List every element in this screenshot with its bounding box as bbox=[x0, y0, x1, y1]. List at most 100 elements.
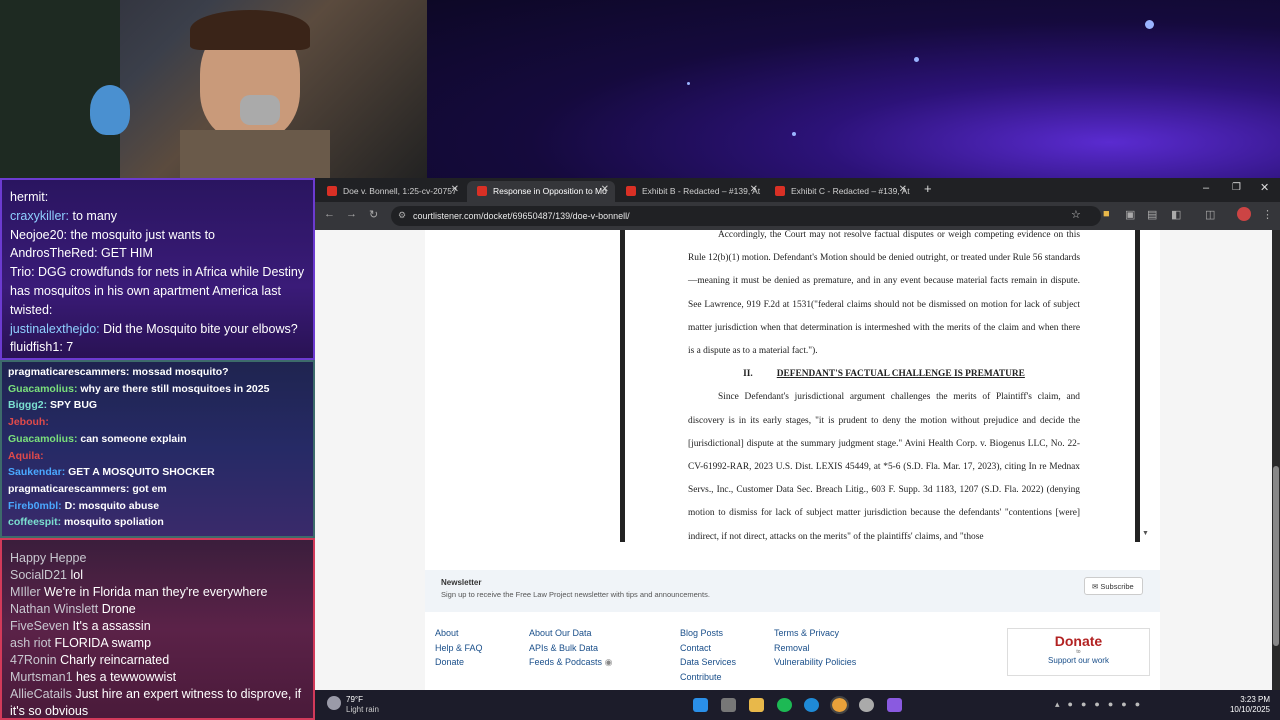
donate-subtitle: Support our work bbox=[1048, 656, 1109, 665]
donate-title: Donate bbox=[1054, 633, 1103, 649]
pdf-viewer[interactable]: Accordingly, the Court may not resolve f… bbox=[620, 230, 1149, 542]
newsletter-section: Newsletter Sign up to receive the Free L… bbox=[425, 570, 1160, 612]
chat-line: Happy Heppe bbox=[10, 551, 87, 565]
chat-panel-youtube: Happy Heppe SocialD21 lol MIller We're i… bbox=[0, 538, 315, 720]
chat-line: coffeespit: mosquito spoliation bbox=[8, 516, 164, 529]
bookmark-star-icon[interactable]: ☆ bbox=[1071, 208, 1081, 221]
minimize-button[interactable]: – bbox=[1203, 182, 1209, 194]
tab-bar: Doe v. Bonnell, 1:25-cv-20757 ✕ Response… bbox=[315, 178, 1280, 202]
footer-link-blog[interactable]: Blog Posts bbox=[680, 628, 723, 638]
chrome-icon[interactable] bbox=[830, 696, 849, 714]
extension-icon[interactable]: ▤ bbox=[1147, 208, 1157, 221]
pdf-icon bbox=[775, 186, 785, 196]
footer-link-donate[interactable]: Donate bbox=[435, 657, 464, 667]
clock-date[interactable]: 10/10/2025 bbox=[1217, 705, 1270, 714]
file-explorer-icon[interactable] bbox=[749, 698, 764, 712]
site-info-icon[interactable]: ⚙ bbox=[398, 210, 406, 221]
chat-line: AndrosTheRed: GET HIM bbox=[10, 246, 153, 261]
tab-doe-v-bonnell[interactable]: Doe v. Bonnell, 1:25-cv-20757 ✕ bbox=[317, 181, 465, 202]
star bbox=[687, 82, 690, 85]
figurine bbox=[90, 85, 130, 135]
clock-time[interactable]: 3:23 PM bbox=[1225, 695, 1270, 704]
close-icon[interactable]: ✕ bbox=[899, 184, 907, 195]
new-tab-button[interactable]: + bbox=[924, 181, 932, 196]
chat-line: Jebouh: bbox=[8, 416, 49, 429]
pdf-icon bbox=[626, 186, 636, 196]
chat-line: Neojoe20: the mosquito just wants to bbox=[10, 227, 216, 242]
subscribe-button[interactable]: ✉ Subscribe bbox=[1084, 577, 1143, 595]
tab-exhibit-b[interactable]: Exhibit B - Redacted – #139, At ✕ bbox=[616, 181, 764, 202]
chat-line: ash riot FLORIDA swamp bbox=[10, 636, 152, 650]
footer-link-terms[interactable]: Terms & Privacy bbox=[774, 628, 839, 638]
system-tray-icons[interactable]: ▴●●●●●● bbox=[1055, 699, 1175, 711]
sidepanel-icon[interactable]: ◫ bbox=[1205, 208, 1215, 221]
pdf-text: Accordingly, the Court may not resolve f… bbox=[688, 230, 1080, 549]
podcast-icon: ◉ bbox=[604, 657, 613, 667]
weather-temp[interactable]: 79°F bbox=[346, 695, 363, 704]
edge-icon[interactable] bbox=[804, 698, 819, 712]
scrollbar-thumb[interactable] bbox=[1273, 466, 1279, 646]
address-bar[interactable]: ⚙ courtlistener.com/docket/69650487/139/… bbox=[391, 206, 1101, 226]
chat-line: pragmaticarescammers: got em bbox=[8, 482, 167, 495]
chat-line: FiveSeven It's a assassin bbox=[10, 619, 151, 633]
forward-icon[interactable]: → bbox=[346, 208, 357, 220]
site-footer: About Help & FAQ Donate About Our Data A… bbox=[425, 612, 1160, 690]
chat-line: Guacamolius: can someone explain bbox=[8, 432, 187, 445]
scroll-down-icon[interactable]: ▼ bbox=[1142, 530, 1149, 537]
chat-line: Trio: DGG crowdfunds for nets in Africa … bbox=[10, 265, 305, 298]
footer-link-about-data[interactable]: About Our Data bbox=[529, 628, 592, 638]
page-scrollbar[interactable] bbox=[1272, 230, 1280, 690]
close-icon[interactable]: ✕ bbox=[601, 184, 609, 195]
app-icon[interactable] bbox=[859, 698, 874, 712]
page-content: Accordingly, the Court may not resolve f… bbox=[315, 230, 1272, 690]
chat-line: MIller We're in Florida man they're ever… bbox=[10, 585, 268, 599]
chat-line: Murtsman1 hes a tewwowwist bbox=[10, 670, 177, 684]
back-icon[interactable]: ← bbox=[324, 208, 335, 220]
chat-line: justinalexthejdo: Did the Mosquito bite … bbox=[10, 321, 298, 336]
close-icon[interactable]: ✕ bbox=[451, 184, 459, 195]
chat-line: Biggg2: SPY BUG bbox=[8, 399, 98, 412]
footer-link-contact[interactable]: Contact bbox=[680, 643, 711, 653]
footer-link-vulnerability[interactable]: Vulnerability Policies bbox=[774, 657, 856, 667]
footer-link-contribute[interactable]: Contribute bbox=[680, 672, 722, 682]
newsletter-desc: Sign up to receive the Free Law Project … bbox=[441, 590, 710, 599]
footer-link-data-services[interactable]: Data Services bbox=[680, 657, 736, 667]
donate-box[interactable]: Donate to Support our work bbox=[1007, 628, 1150, 676]
chat-line: pragmaticarescammers: mossad mosquito? bbox=[8, 366, 229, 378]
footer-link-removal[interactable]: Removal bbox=[774, 643, 810, 653]
folder-icon[interactable]: ■ bbox=[1103, 208, 1110, 220]
pdf-paragraph: Since Defendant's jurisdictional argumen… bbox=[688, 392, 1080, 542]
footer-link-feeds[interactable]: Feeds & Podcasts ◉ bbox=[529, 657, 612, 668]
spotify-icon[interactable] bbox=[777, 698, 792, 712]
footer-link-help[interactable]: Help & FAQ bbox=[435, 643, 483, 653]
footer-link-apis[interactable]: APIs & Bulk Data bbox=[529, 643, 598, 653]
donate-to: to bbox=[1076, 649, 1081, 655]
weather-desc[interactable]: Light rain bbox=[346, 705, 379, 714]
tab-exhibit-c[interactable]: Exhibit C - Redacted – #139, At ✕ bbox=[765, 181, 913, 202]
maximize-button[interactable]: ❐ bbox=[1232, 182, 1241, 193]
menu-icon[interactable]: ⋮ bbox=[1262, 208, 1273, 221]
webcam-feed bbox=[0, 0, 427, 178]
page-margin bbox=[1160, 230, 1272, 690]
weather-icon[interactable] bbox=[327, 696, 341, 710]
pdf-paragraph: Accordingly, the Court may not resolve f… bbox=[688, 230, 1080, 357]
tab-response-opposition[interactable]: Response in Opposition to Mo ✕ bbox=[467, 181, 615, 202]
page-margin bbox=[315, 230, 425, 690]
profile-avatar[interactable] bbox=[1237, 207, 1251, 221]
chat-line: hermit: bbox=[10, 190, 49, 204]
star bbox=[914, 57, 919, 62]
browser-toolbar: ← → ↻ ⚙ courtlistener.com/docket/6965048… bbox=[315, 202, 1280, 230]
extension-icon[interactable]: ▣ bbox=[1125, 208, 1135, 221]
pdf-heading: II. DEFENDANT'S FACTUAL CHALLENGE IS PREM… bbox=[743, 369, 1025, 380]
reload-icon[interactable]: ↻ bbox=[369, 208, 378, 221]
window-close-button[interactable]: ✕ bbox=[1260, 181, 1269, 194]
footer-link-about[interactable]: About bbox=[435, 628, 459, 638]
chat-line: craxykiller: to many bbox=[10, 208, 117, 223]
extensions-puzzle-icon[interactable]: ◧ bbox=[1171, 208, 1181, 221]
app-icon[interactable] bbox=[887, 698, 902, 712]
chat-line: Saukendar: GET A MOSQUITO SHOCKER bbox=[8, 466, 215, 479]
windows-start-icon[interactable] bbox=[693, 698, 708, 712]
task-view-icon[interactable] bbox=[721, 698, 736, 712]
close-icon[interactable]: ✕ bbox=[750, 184, 758, 195]
chat-line: fluidfish1: 7 bbox=[10, 340, 74, 355]
